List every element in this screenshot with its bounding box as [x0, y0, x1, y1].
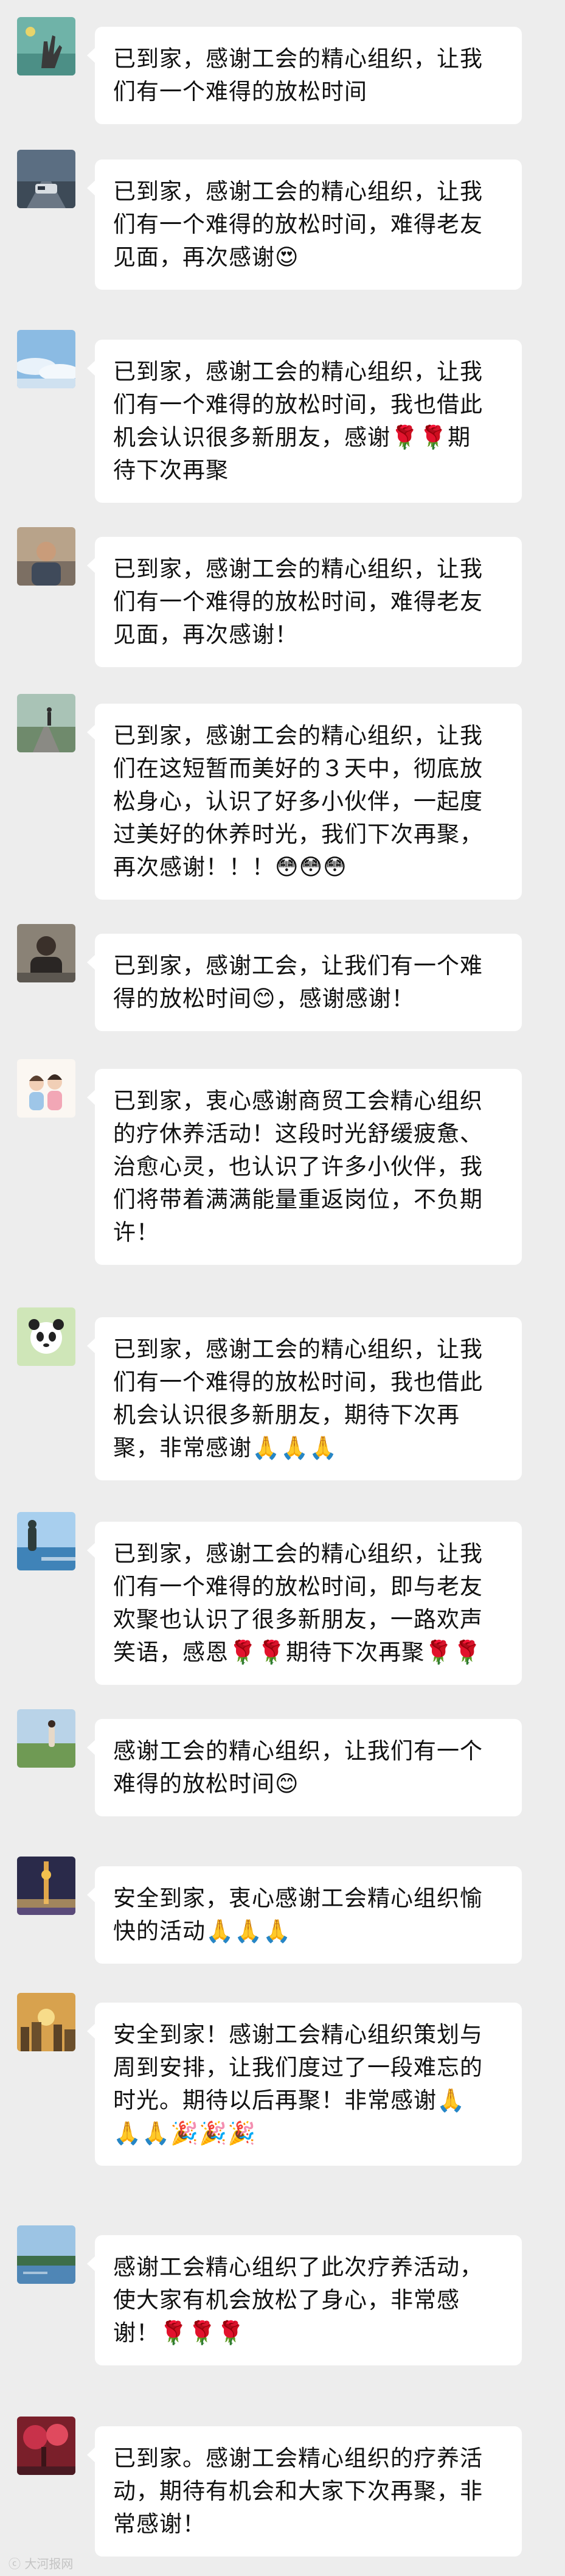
message-text: 感谢工会精心组织了此次疗养活动， 使大家有机会放松了身心，非常感 谢！🌹🌹🌹: [113, 2254, 483, 2346]
avatar-red-scenery-icon[interactable]: [17, 2417, 75, 2475]
message-text: 已到家。感谢工会精心组织的疗养活 动，期待有机会和大家下次再聚，非 常感谢！: [113, 2445, 483, 2537]
message-bubble[interactable]: 已到家，感谢工会的精心组织，让我 们有一个难得的放松时间，难得老友 见面，再次感…: [87, 537, 522, 667]
avatar-panda-icon[interactable]: [17, 1307, 75, 1366]
message-bubble[interactable]: 已到家，感谢工会的精心组织，让我 们有一个难得的放松时间，即与老友 欢聚也认识了…: [87, 1522, 522, 1685]
message-bubble[interactable]: 安全到家，衷心感谢工会精心组织愉 快的活动🙏🙏🙏: [87, 1866, 522, 1964]
message-text: 感谢工会的精心组织，让我们有一个 难得的放松时间😊: [113, 1738, 483, 1797]
message-bubble[interactable]: 已到家，感谢工会的精心组织，让我 们有一个难得的放松时间: [87, 27, 522, 124]
avatar-sky-clouds-icon[interactable]: [17, 330, 75, 388]
avatar-gesture-hand-icon[interactable]: [17, 17, 75, 75]
message-text: 已到家，感谢工会的精心组织，让我 们有一个难得的放松时间，我也借此 机会认识很多…: [113, 359, 483, 483]
message-text: 已到家，感谢工会的精心组织，让我 们有一个难得的放松时间，难得老友 见面，再次感…: [113, 178, 483, 270]
message-bubble[interactable]: 已到家，感谢工会的精心组织，让我 们有一个难得的放松时间，我也借此 机会认识很多…: [87, 340, 522, 503]
message-bubble[interactable]: 已到家，感谢工会，让我们有一个难 得的放松时间😊，感谢感谢！: [87, 934, 522, 1031]
message-bubble[interactable]: 安全到家！感谢工会精心组织策划与 周到安排，让我们度过了一段难忘的 时光。期待以…: [87, 2003, 522, 2166]
message-bubble[interactable]: 已到家，感谢工会的精心组织，让我 们有一个难得的放松时间，我也借此 机会认识很多…: [87, 1317, 522, 1480]
message-bubble[interactable]: 感谢工会的精心组织，让我们有一个 难得的放松时间😊: [87, 1719, 522, 1816]
message-bubble[interactable]: 已到家。感谢工会精心组织的疗养活 动，期待有机会和大家下次再聚，非 常感谢！: [87, 2426, 522, 2557]
message-text: 已到家，感谢工会的精心组织，让我 们有一个难得的放松时间: [113, 46, 483, 105]
avatar-cartoon-family-icon[interactable]: [17, 1059, 75, 1118]
message-text: 安全到家，衷心感谢工会精心组织愉 快的活动🙏🙏🙏: [113, 1885, 483, 1944]
avatar-river-icon[interactable]: [17, 2225, 75, 2284]
message-text: 已到家，感谢工会的精心组织，让我 们有一个难得的放松时间，难得老友 见面，再次感…: [113, 556, 483, 648]
message-bubble[interactable]: 感谢工会精心组织了此次疗养活动， 使大家有机会放松了身心，非常感 谢！🌹🌹🌹: [87, 2235, 522, 2365]
message-bubble[interactable]: 已到家，感谢工会的精心组织，让我 们有一个难得的放松时间，难得老友 见面，再次感…: [87, 159, 522, 290]
avatar-railway-walker-icon[interactable]: [17, 694, 75, 752]
watermark: ⓒ 大河报网: [9, 2557, 74, 2571]
avatar-man-portrait-icon[interactable]: [17, 527, 75, 586]
message-text: 已到家，感谢工会的精心组织，让我 们在这短暂而美好的３天中，彻底放 松身心，认识…: [113, 723, 483, 880]
avatar-dark-portrait-icon[interactable]: [17, 924, 75, 982]
message-text: 已到家，感谢工会，让我们有一个难 得的放松时间😊，感谢感谢！: [113, 953, 483, 1012]
chat-message-list: 已到家，感谢工会的精心组织，让我 们有一个难得的放松时间 已到家，感谢工会的精心…: [0, 0, 565, 2576]
message-bubble[interactable]: 已到家，感谢工会的精心组织，让我 们在这短暂而美好的３天中，彻底放 松身心，认识…: [87, 704, 522, 900]
avatar-lakeside-icon[interactable]: [17, 1512, 75, 1570]
avatar-sunset-city-icon[interactable]: [17, 1993, 75, 2051]
message-text: 已到家，衷心感谢商贸工会精心组织 的疗休养活动！这段时光舒缓疲惫、 治愈心灵，也…: [113, 1088, 483, 1245]
message-text: 已到家，感谢工会的精心组织，让我 们有一个难得的放松时间，我也借此 机会认识很多…: [113, 1336, 483, 1461]
message-text: 已到家，感谢工会的精心组织，让我 们有一个难得的放松时间，即与老友 欢聚也认识了…: [113, 1541, 483, 1665]
message-text: 安全到家！感谢工会精心组织策划与 周到安排，让我们度过了一段难忘的 时光。期待以…: [113, 2021, 483, 2146]
avatar-night-tower-icon[interactable]: [17, 1857, 75, 1915]
avatar-road-car-icon[interactable]: [17, 150, 75, 208]
message-bubble[interactable]: 已到家，衷心感谢商贸工会精心组织 的疗休养活动！这段时光舒缓疲惫、 治愈心灵，也…: [87, 1069, 522, 1265]
avatar-field-person-icon[interactable]: [17, 1709, 75, 1768]
